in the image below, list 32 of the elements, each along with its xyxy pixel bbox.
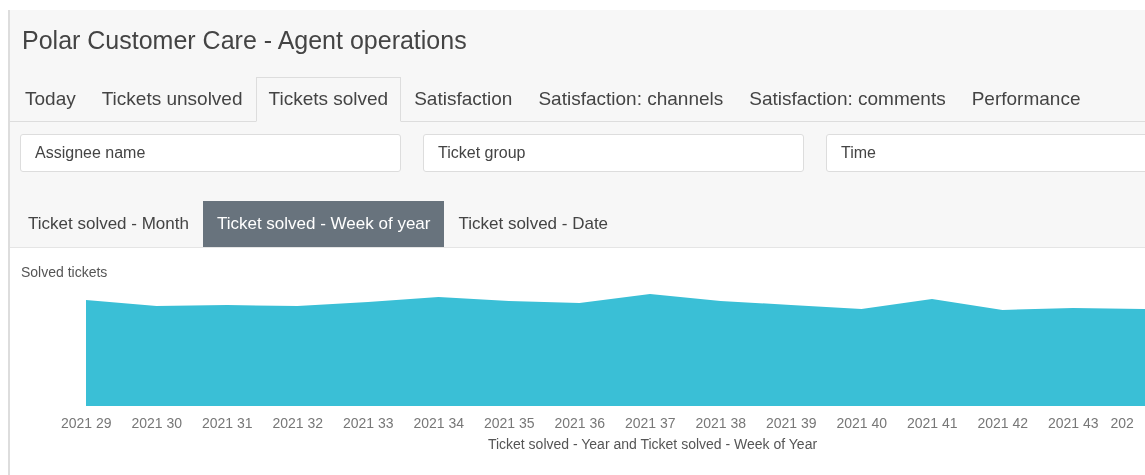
axis-label: 2021 43: [1046, 414, 1100, 433]
axis-label: 2021 39: [764, 414, 818, 433]
chart-title: Solved tickets: [20, 263, 109, 282]
axis-title: Ticket solved - Year and Ticket solved - Week of Year: [487, 435, 818, 454]
axis-label: 2021 38: [694, 414, 748, 433]
chart-tab[interactable]: Ticket solved - Date: [444, 201, 623, 247]
axis-label: 2021 42: [976, 414, 1030, 433]
tab[interactable]: Performance: [958, 77, 1094, 122]
axis-label: 202: [1109, 414, 1134, 433]
axis-label: 2021 35: [482, 414, 536, 433]
axis-label: 2021 37: [623, 414, 677, 433]
axis-label: 2021 40: [835, 414, 889, 433]
tab[interactable]: Satisfaction: [401, 77, 526, 122]
filter-field[interactable]: Ticket group: [423, 134, 804, 172]
tab[interactable]: Today: [12, 77, 89, 122]
chart-tab[interactable]: Ticket solved - Month: [14, 201, 203, 247]
axis-label: 2021 36: [553, 414, 607, 433]
axis-label: 2021 32: [271, 414, 325, 433]
page-title: Polar Customer Care - Agent operations: [21, 25, 468, 56]
filter-field[interactable]: Assignee name: [20, 134, 401, 172]
tab[interactable]: Tickets unsolved: [88, 77, 256, 122]
axis-label: 2021 29: [59, 414, 113, 433]
tab[interactable]: Tickets solved: [255, 77, 402, 122]
axis-label: 2021 30: [130, 414, 184, 433]
chart-tab[interactable]: Ticket solved - Week of year: [202, 201, 445, 247]
axis-label: 2021 31: [200, 414, 254, 433]
tab[interactable]: Satisfaction: comments: [736, 77, 959, 122]
filter-field[interactable]: Time: [826, 134, 1145, 172]
axis-label: 2021 33: [341, 414, 395, 433]
tab[interactable]: Satisfaction: channels: [525, 77, 737, 122]
axis-label: 2021 41: [905, 414, 959, 433]
axis-label: 2021 34: [412, 414, 466, 433]
